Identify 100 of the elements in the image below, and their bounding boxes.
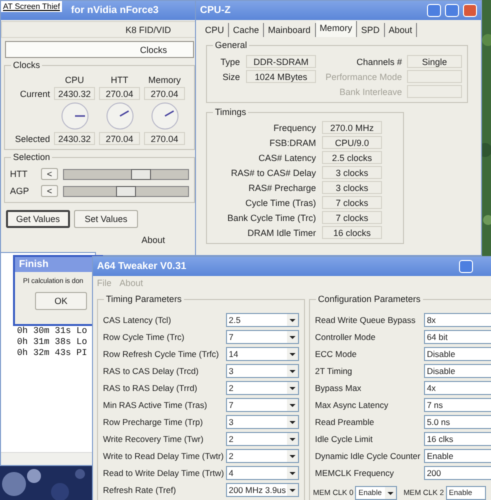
slider-label: HTT [10, 169, 28, 179]
timing-value: 7 clocks [322, 196, 382, 209]
parameter-label: Bypass Max [315, 382, 362, 392]
parameter-label: Idle Cycle Limit [315, 434, 374, 444]
about-label[interactable]: About [141, 235, 165, 245]
dropdown[interactable]: 4 [226, 466, 299, 480]
tab[interactable]: K8 FID/VID [1, 21, 198, 38]
parameter-label: Write Recovery Time (Twr) [103, 434, 204, 444]
group-title: Clocks [11, 60, 42, 70]
timing-label: DRAM Idle Timer [246, 228, 316, 238]
slider-thumb[interactable] [116, 186, 136, 196]
group-title: Configuration Parameters [316, 294, 423, 304]
dropdown[interactable]: 8x [424, 312, 491, 326]
column-header: Memory [148, 75, 181, 85]
timing-value: 2.5 clocks [322, 151, 382, 164]
overlay-label: AT Screen Thief [1, 1, 62, 12]
parameter-label: MEMCLK Frequency [315, 468, 395, 478]
dropdown[interactable]: 7 [226, 398, 299, 412]
group-title: Selection [11, 152, 52, 162]
tab[interactable]: Clocks [5, 41, 194, 58]
parameter-label: Dynamic Idle Cycle Counter [315, 450, 422, 460]
window-title: for nVidia nForce3 [71, 5, 159, 16]
log-line: 0h 31m 38s Lo [17, 337, 88, 348]
tab[interactable]: About [384, 23, 418, 37]
parameter-label: CAS Latency (Tcl) [103, 314, 172, 324]
gauge-icon [60, 102, 88, 130]
dropdown[interactable]: 14 [226, 346, 299, 360]
dropdown[interactable]: 3 [226, 364, 299, 378]
field-label: Bank Interleave [339, 86, 402, 96]
parameter-label: Write to Read Delay Time (Twtr) [103, 450, 225, 460]
tab[interactable]: Cache [229, 23, 264, 37]
slider-track[interactable] [63, 168, 189, 180]
field-value: 1024 MBytes [246, 70, 316, 83]
dropdown[interactable]: Disable [424, 346, 491, 360]
gauge-icon [106, 102, 134, 130]
parameter-label: Row Refresh Cycle Time (Trfc) [103, 348, 220, 358]
action-button[interactable]: Get Values [6, 210, 70, 228]
dropdown[interactable]: Enable [424, 448, 491, 462]
slider-thumb[interactable] [130, 168, 151, 180]
group-title: Timings [213, 107, 248, 117]
dropdown[interactable]: 16 clks [424, 432, 491, 446]
dropdown[interactable]: 3 [226, 414, 299, 428]
dropdown[interactable]: 7 [226, 330, 299, 344]
column-header: HTT [110, 75, 128, 85]
dropdown[interactable]: 2 [226, 380, 299, 394]
dropdown[interactable]: 5.0 ns [424, 414, 491, 428]
dropdown[interactable]: 7 ns [424, 398, 491, 412]
timing-value: 7 clocks [322, 211, 382, 224]
scrollbar[interactable] [1, 452, 95, 465]
window-title: A64 Tweaker V0.31 [97, 261, 186, 272]
timing-label: Frequency [272, 122, 316, 132]
parameter-label: Read to Write Delay Time (Trtw) [103, 468, 225, 478]
tab[interactable]: Memory [316, 21, 358, 37]
dropdown[interactable]: 64 bit [424, 330, 491, 344]
dialog-title: Finish [19, 259, 48, 270]
action-button[interactable]: Set Values [74, 210, 138, 228]
parameter-label: Row Cycle Time (Trc) [103, 332, 186, 342]
clock-value: 270.04 [99, 87, 140, 100]
field-label: Channels # [356, 56, 402, 66]
timing-label: RAS# Precharge [247, 182, 316, 192]
log-line: 0h 32m 43s PI [17, 348, 88, 359]
tab[interactable]: CPU [201, 23, 230, 37]
dropdown[interactable]: 4x [424, 380, 491, 394]
clock-value: 270.04 [144, 132, 185, 145]
log-line: 0h 30m 31s Lo [17, 326, 88, 337]
decrease-button[interactable]: < [41, 185, 58, 197]
slider-track[interactable] [63, 186, 189, 196]
row-label: Selected [14, 134, 50, 144]
timing-value: 3 clocks [322, 166, 382, 179]
parameter-label: Max Async Latency [315, 400, 390, 410]
empty-field [407, 85, 462, 98]
timing-label: FSB:DRAM [268, 138, 316, 148]
decrease-button[interactable]: < [41, 168, 58, 180]
timing-label: Bank Cycle Time (Trc) [226, 212, 316, 222]
row-label: Current [20, 88, 50, 98]
window-title: CPU-Z [200, 5, 231, 16]
timing-value: 3 clocks [322, 181, 382, 194]
clock-value: 270.04 [144, 87, 185, 100]
ok-button[interactable]: OK [35, 292, 87, 310]
dropdown[interactable]: 200 MHz 3.9us [226, 482, 299, 496]
tab[interactable]: SPD [357, 23, 385, 37]
timing-value: 16 clocks [322, 226, 382, 239]
clock-value: 270.04 [99, 132, 140, 145]
dropdown[interactable]: 2.5 [226, 312, 299, 326]
column-header: CPU [64, 75, 84, 85]
dropdown[interactable]: 2 [226, 448, 299, 462]
parameter-label: Read Write Queue Bypass [315, 314, 416, 324]
clock-value: 2430.32 [54, 87, 95, 100]
clock-value: 2430.32 [54, 132, 95, 145]
dropdown[interactable]: 200 [424, 466, 491, 480]
field-value: Single [407, 55, 462, 68]
field-value: DDR-SDRAM [246, 55, 316, 68]
field-label: Size [221, 72, 240, 82]
empty-field [407, 70, 462, 83]
dropdown[interactable]: Disable [424, 364, 491, 378]
timing-value: CPU/9.0 [322, 136, 382, 149]
parameter-label: ECC Mode [315, 348, 358, 358]
dropdown[interactable]: 2 [226, 432, 299, 446]
parameter-label: Controller Mode [315, 332, 376, 342]
parameter-label: Refresh Rate (Tref) [103, 484, 177, 494]
